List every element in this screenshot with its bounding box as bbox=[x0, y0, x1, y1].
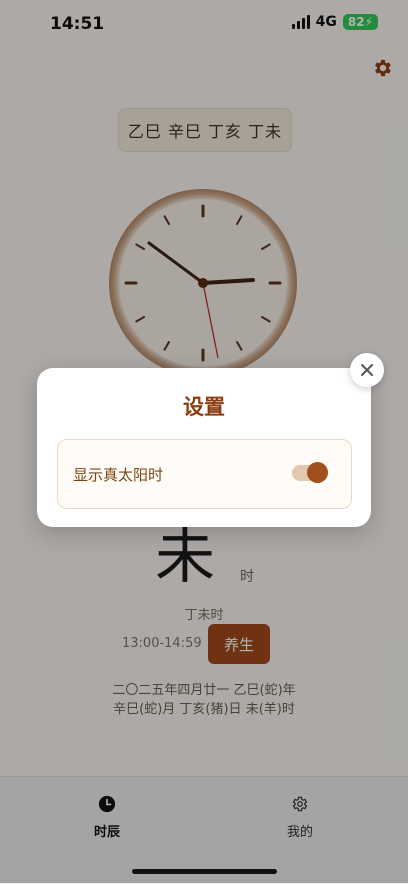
close-button[interactable] bbox=[350, 353, 384, 387]
setting-label: 显示真太阳时 bbox=[73, 466, 164, 484]
settings-modal: 设置 显示真太阳时 bbox=[37, 368, 371, 527]
close-icon bbox=[361, 364, 373, 376]
toggle-knob bbox=[307, 462, 328, 483]
setting-row-true-solar-time: 显示真太阳时 bbox=[57, 439, 352, 509]
home-indicator[interactable] bbox=[132, 869, 277, 874]
true-solar-time-toggle[interactable] bbox=[292, 462, 328, 483]
modal-title: 设置 bbox=[183, 395, 225, 419]
